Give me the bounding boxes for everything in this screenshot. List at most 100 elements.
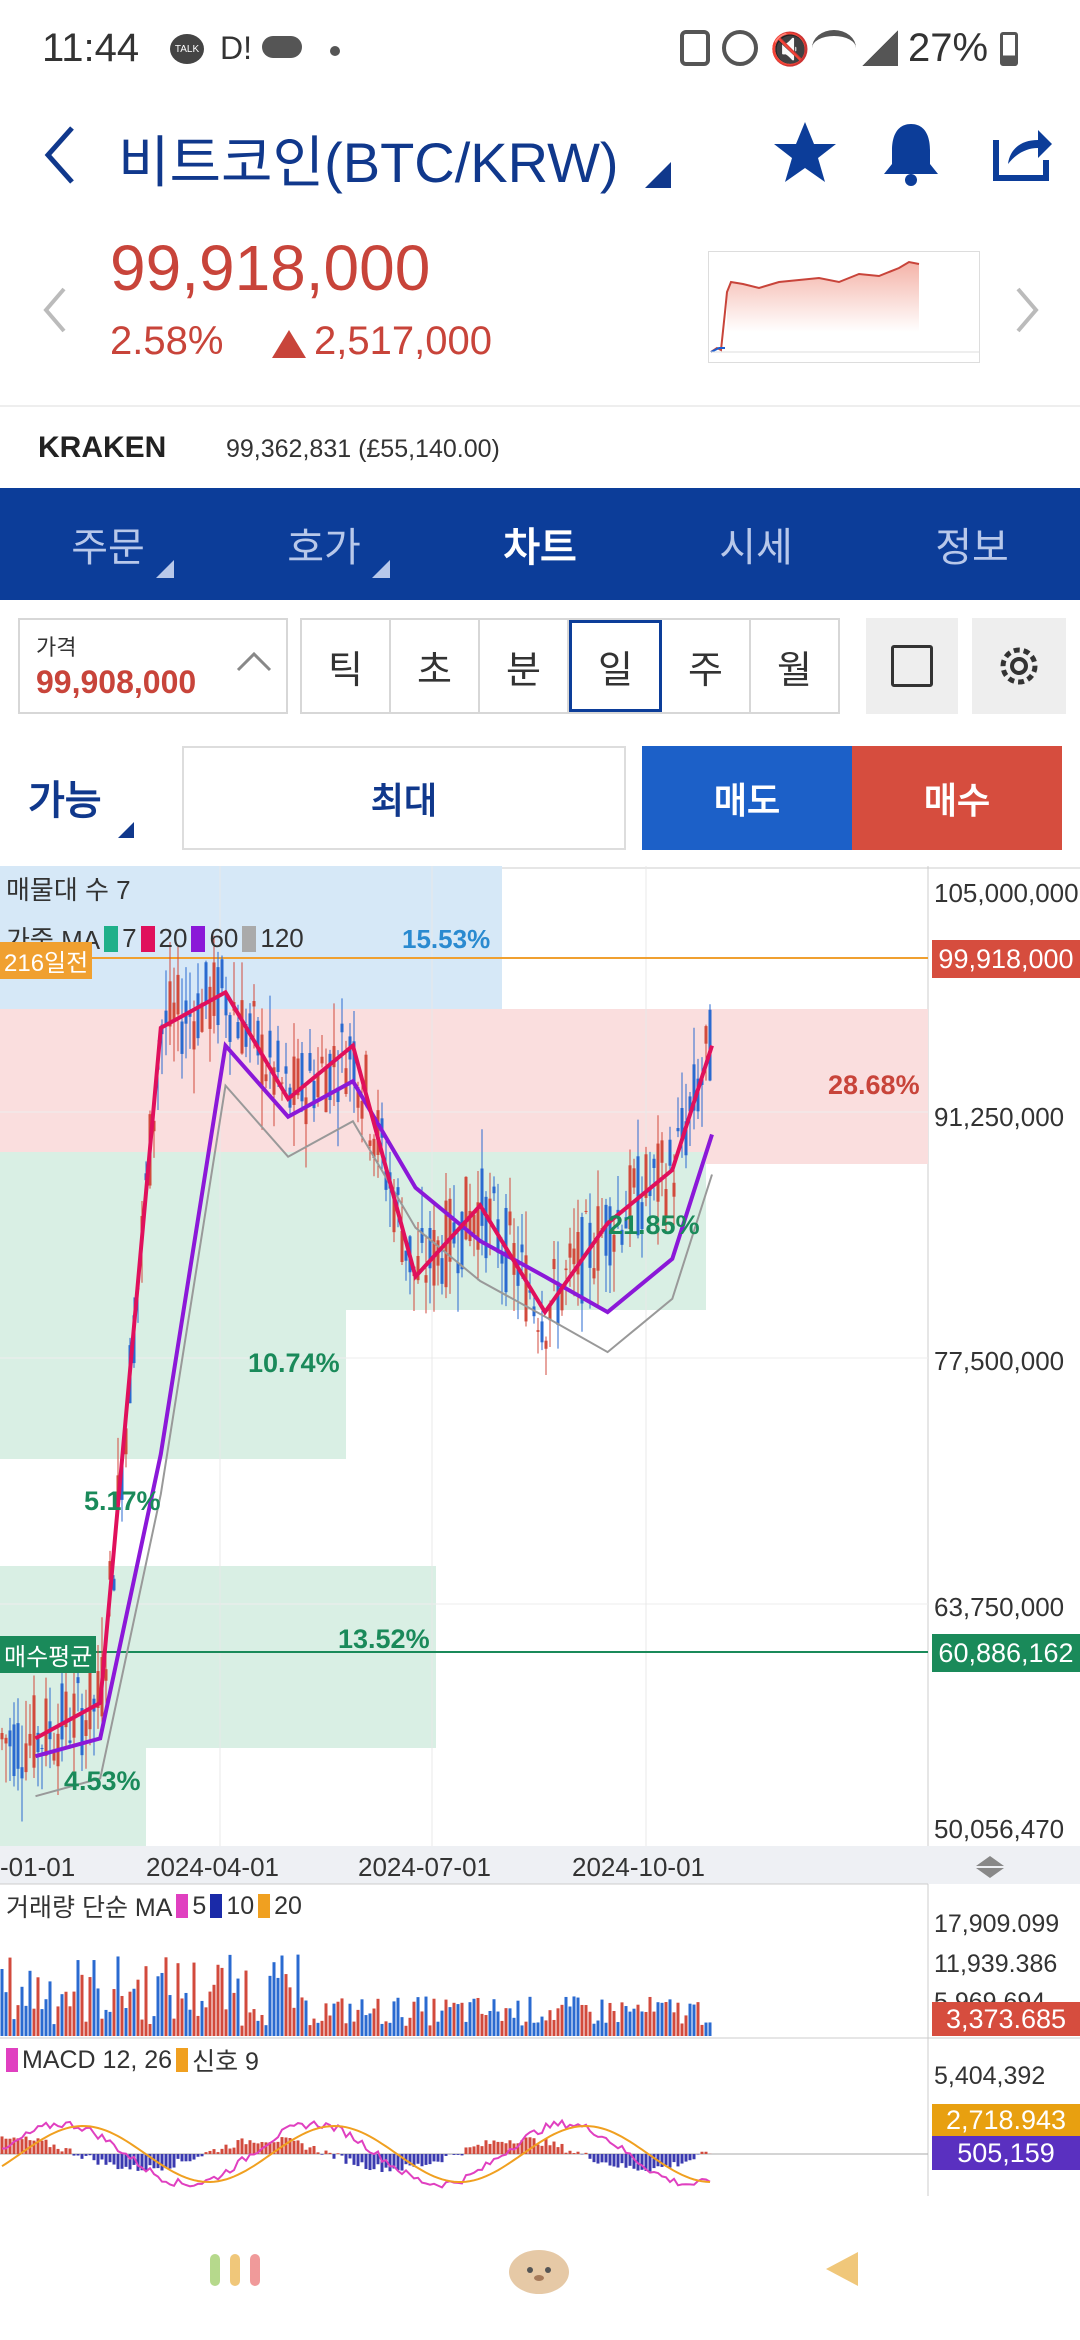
candle-body [268, 1030, 272, 1058]
wifi-icon [812, 30, 856, 66]
volume-bar [632, 2008, 636, 2036]
tab-order[interactable]: 주문 [0, 488, 216, 600]
macd-bar [472, 2146, 476, 2154]
macd-bar [452, 2154, 456, 2155]
x-tick-1: -01-01 [0, 1852, 76, 1882]
macd-bar [120, 2154, 124, 2169]
volume-bar [116, 1956, 120, 2036]
back-nav-icon[interactable] [822, 2248, 862, 2290]
vol-tick-1: 17,909.099 [934, 1910, 1060, 1938]
volume-bar [92, 1960, 96, 2036]
macd-bar [356, 2154, 360, 2167]
volume-bar [36, 1977, 40, 2036]
settings-button[interactable] [972, 618, 1066, 714]
bell-icon[interactable] [880, 120, 942, 186]
candle-body [652, 1158, 656, 1168]
period-minute[interactable]: 분 [480, 620, 569, 712]
page-title[interactable]: 비트코인(BTC/KRW) [118, 118, 619, 199]
period-week[interactable]: 주 [662, 620, 751, 712]
next-arrow-icon[interactable] [1012, 285, 1042, 335]
macd-bar [612, 2154, 616, 2167]
volume-bar [300, 1997, 304, 2036]
candle-body [28, 1733, 32, 1746]
macd-bar [592, 2154, 596, 2163]
avg-buy-price-tag: 60,886,162 [932, 1634, 1080, 1672]
screenshot-icon [680, 30, 710, 66]
macd-bar [64, 2148, 68, 2154]
period-day[interactable]: 일 [569, 620, 662, 712]
volume-bar [280, 1955, 284, 2036]
talk-notification-icon: TALK [170, 34, 204, 64]
macd-bar [208, 2150, 212, 2154]
home-icon[interactable] [506, 2244, 572, 2296]
volume-bar [272, 1962, 276, 2036]
candle-body [396, 1187, 400, 1195]
y-tick-1: 105,000,000 [934, 878, 1079, 908]
tab-info[interactable]: 정보 [864, 488, 1080, 600]
volume-bar [696, 2002, 700, 2036]
volume-bar [8, 1957, 12, 2036]
star-icon[interactable] [772, 120, 838, 184]
macd-bar [440, 2154, 444, 2163]
avail-dropdown-icon[interactable] [118, 822, 134, 838]
ma20-swatch [140, 925, 155, 952]
macd-bar [596, 2154, 600, 2164]
price-chart[interactable]: 매물대 수 7 가중 MA 7 20 60 120 216일전 매수평균 15.… [0, 866, 1080, 2196]
macd-legend: MACD 12, 26 신호 9 [6, 2042, 259, 2078]
volume-bar [216, 1964, 220, 2036]
volume-bar [436, 2021, 440, 2036]
period-month[interactable]: 월 [751, 620, 838, 712]
tab-orderbook[interactable]: 호가 [216, 488, 432, 600]
candle-body [424, 1275, 428, 1283]
macd-bar [244, 2144, 248, 2154]
macd-bar [80, 2154, 84, 2159]
macd-bar [220, 2148, 224, 2154]
macd-bar [692, 2154, 696, 2160]
share-icon[interactable] [988, 120, 1054, 184]
volume-bar [656, 2002, 660, 2036]
volume-bar [512, 2017, 516, 2036]
ma60-label: 60 [209, 923, 239, 953]
macd-bar [236, 2140, 240, 2154]
y-tick-4: 63,750,000 [934, 1592, 1065, 1622]
candle-body [44, 1698, 48, 1756]
volume-bar [380, 2023, 384, 2036]
volume-bar [252, 2009, 256, 2036]
max-button[interactable]: 최대 [182, 746, 626, 850]
macd-bar [40, 2140, 44, 2154]
candle-body [660, 1140, 664, 1163]
volume-bar [156, 1976, 160, 2036]
avail-label: 가능 [28, 779, 102, 823]
volume-bar [348, 2003, 352, 2036]
back-icon[interactable] [40, 122, 80, 188]
volume-bar [288, 1987, 292, 2036]
dropdown-icon[interactable] [645, 162, 671, 188]
macd-bar [248, 2140, 252, 2154]
macd-bar [572, 2153, 576, 2154]
volume-bar [224, 2009, 228, 2036]
sell-button[interactable]: 매도 [642, 746, 852, 850]
tab-orderbook-label: 호가 [287, 526, 361, 570]
recent-apps-icon[interactable] [208, 2252, 264, 2288]
prev-arrow-icon[interactable] [40, 285, 70, 335]
fullscreen-button[interactable] [866, 618, 958, 714]
period-tick[interactable]: 틱 [302, 620, 391, 712]
candle-body [704, 1026, 708, 1044]
macd-bar [360, 2154, 364, 2163]
macd-bar [432, 2154, 436, 2162]
price-panel: 99,918,000 2.58% 2,517,000 [0, 215, 1080, 405]
volume-bar [104, 2009, 108, 2036]
volume-bar [552, 2019, 556, 2036]
tab-quotes[interactable]: 시세 [648, 488, 864, 600]
tab-chart[interactable]: 차트 [432, 488, 648, 600]
x-tick-3: 2024-07-01 [358, 1852, 491, 1882]
volume-bar [576, 1997, 580, 2036]
period-second[interactable]: 초 [391, 620, 480, 712]
volume-bar [684, 2015, 688, 2036]
volume-bar [548, 2010, 552, 2036]
volume-bar [328, 2015, 332, 2036]
candle-body [536, 1330, 540, 1332]
buy-button[interactable]: 매수 [852, 746, 1062, 850]
macd-bar [68, 2148, 72, 2154]
price-selector[interactable]: 가격 99,908,000 [18, 618, 288, 714]
